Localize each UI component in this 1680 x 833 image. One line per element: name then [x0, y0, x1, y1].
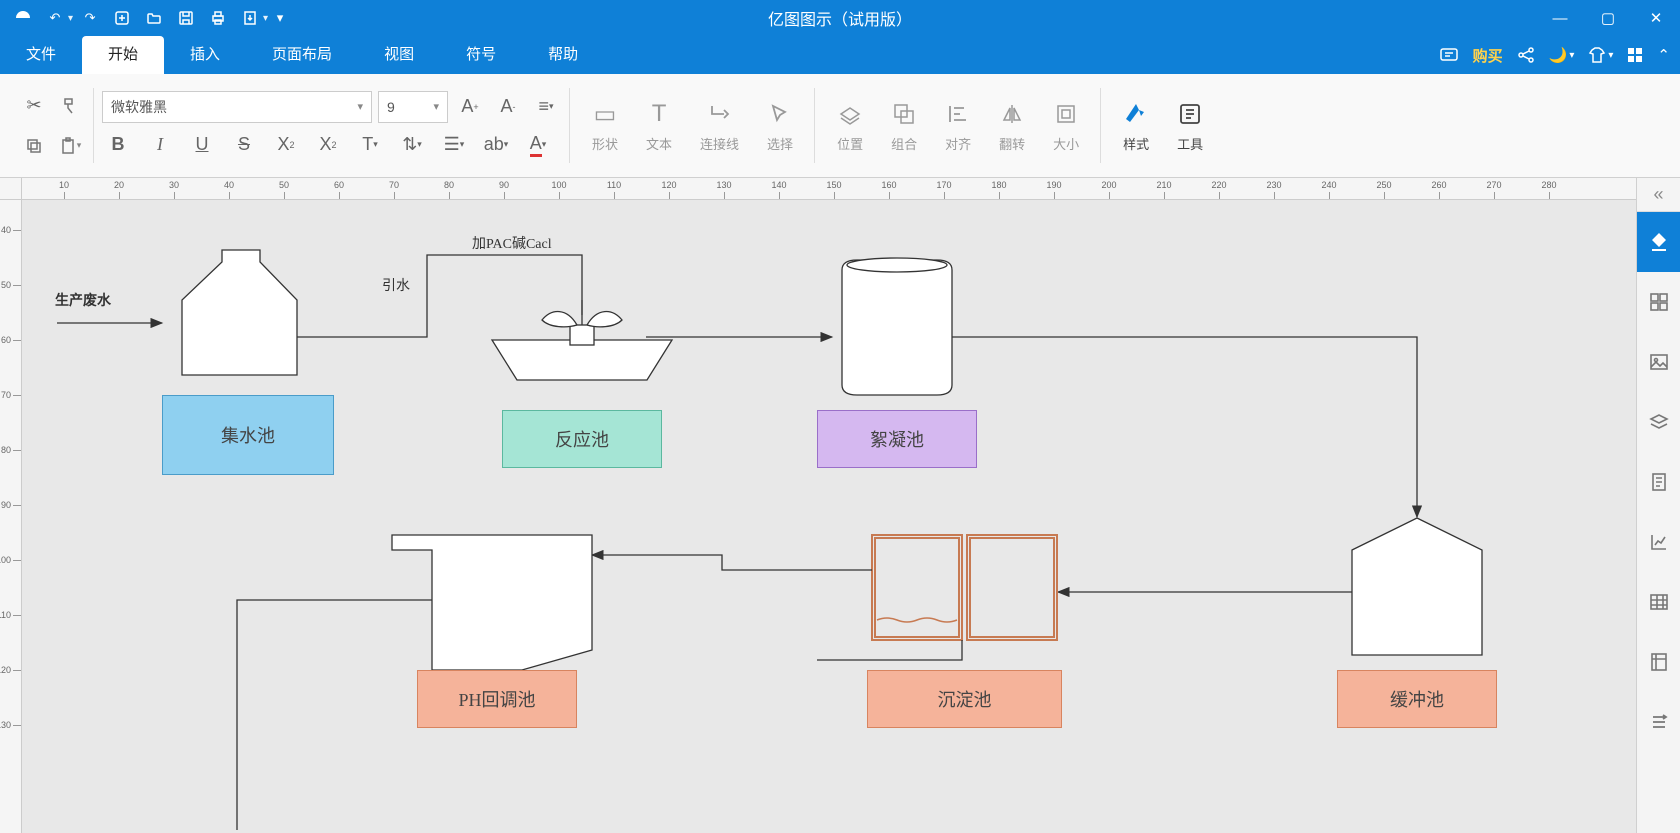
redo-button[interactable]: ↷ — [75, 3, 105, 33]
paste-button[interactable]: ▾ — [54, 130, 86, 162]
quick-access-toolbar: ↶ ▾ ↷ ▾ ▾ — [0, 3, 290, 33]
tab-page-layout[interactable]: 页面布局 — [246, 36, 358, 74]
app-title: 亿图图示（试用版） — [768, 6, 912, 30]
new-button[interactable] — [107, 3, 137, 33]
align-button-big[interactable]: 对齐 — [931, 74, 985, 177]
minimize-button[interactable]: — — [1536, 0, 1584, 36]
group-button[interactable]: 组合 — [877, 74, 931, 177]
save-button[interactable] — [171, 3, 201, 33]
canvas[interactable]: 生产废水 引水 加PAC碱Cacl 集水池 反应池 絮凝池 PH回调池 沉淀池 … — [22, 200, 1636, 833]
bold-button[interactable]: B — [102, 129, 134, 161]
tab-home[interactable]: 开始 — [82, 36, 164, 74]
window-controls: — ▢ ✕ — [1536, 0, 1680, 36]
box-pool1[interactable]: 集水池 — [162, 395, 334, 475]
cut-button[interactable]: ✂ — [18, 90, 50, 122]
ribbon-font-group: 微软雅黑 9 A+ A- ≡▾ B I U S X2 X2 T▾ ⇅▾ ☰▾ a… — [94, 74, 570, 177]
text-direction-button[interactable]: ab▾ — [480, 129, 512, 161]
ruler-corner — [0, 178, 22, 200]
print-button[interactable] — [203, 3, 233, 33]
panel-fill-icon[interactable] — [1637, 212, 1680, 272]
buy-button[interactable]: 购买 — [1473, 45, 1503, 66]
workspace: 1020304050607080901001101201301401501601… — [0, 178, 1636, 833]
shrink-font-button[interactable]: A- — [492, 91, 524, 123]
ribbon-tools-group: ▭形状 T文本 连接线 选择 — [570, 74, 815, 177]
label-pac[interactable]: 加PAC碱Cacl — [472, 233, 552, 253]
share-icon[interactable] — [1517, 46, 1535, 64]
ribbon-style-group: 样式 工具 — [1101, 74, 1225, 177]
export-dropdown-icon[interactable]: ▾ — [263, 13, 268, 24]
theme-icon[interactable]: 🌙▾ — [1549, 46, 1575, 64]
italic-button[interactable]: I — [144, 129, 176, 161]
panel-layout-icon[interactable] — [1637, 272, 1680, 332]
position-button[interactable]: 位置 — [823, 74, 877, 177]
grow-font-button[interactable]: A+ — [454, 91, 486, 123]
ribbon-arrange-group: 位置 组合 对齐 翻转 大小 — [815, 74, 1101, 177]
undo-button[interactable]: ↶ — [40, 3, 70, 33]
label-flow-in[interactable]: 生产废水 — [55, 290, 111, 310]
ribbon-clipboard-group: ✂ ▾ — [10, 74, 94, 177]
box-pool6[interactable]: 缓冲池 — [1337, 670, 1497, 728]
app-logo-icon[interactable] — [8, 3, 38, 33]
maximize-button[interactable]: ▢ — [1584, 0, 1632, 36]
align-button[interactable]: ≡▾ — [530, 91, 562, 123]
bullet-list-button[interactable]: ☰▾ — [438, 129, 470, 161]
superscript-button[interactable]: X2 — [270, 129, 302, 161]
tab-file[interactable]: 文件 — [0, 36, 82, 74]
menu-bar: 文件 开始 插入 页面布局 视图 符号 帮助 购买 🌙▾ ▾ ⌃ — [0, 36, 1680, 74]
panel-chart-icon[interactable] — [1637, 512, 1680, 572]
font-family-combo[interactable]: 微软雅黑 — [102, 91, 372, 123]
tshirt-icon[interactable]: ▾ — [1588, 46, 1613, 64]
subscript-button[interactable]: X2 — [312, 129, 344, 161]
strike-button[interactable]: S — [228, 129, 260, 161]
box-pool4[interactable]: PH回调池 — [417, 670, 577, 728]
menubar-right: 购买 🌙▾ ▾ ⌃ — [1439, 36, 1670, 74]
panel-more-icon[interactable] — [1637, 692, 1680, 752]
select-tool-button[interactable]: 选择 — [753, 74, 807, 177]
font-color-button[interactable]: A▾ — [522, 129, 554, 161]
size-button[interactable]: 大小 — [1039, 74, 1093, 177]
tab-view[interactable]: 视图 — [358, 36, 440, 74]
shape-tool-button[interactable]: ▭形状 — [578, 74, 632, 177]
box-pool2[interactable]: 反应池 — [502, 410, 662, 468]
undo-dropdown-icon[interactable]: ▾ — [68, 13, 73, 24]
underline-button[interactable]: U — [186, 129, 218, 161]
message-icon[interactable] — [1439, 45, 1459, 65]
label-yinshui[interactable]: 引水 — [382, 275, 410, 295]
flip-button[interactable]: 翻转 — [985, 74, 1039, 177]
box-pool5[interactable]: 沉淀池 — [867, 670, 1062, 728]
tab-insert[interactable]: 插入 — [164, 36, 246, 74]
connector-tool-button[interactable]: 连接线 — [686, 74, 753, 177]
qat-customize-icon[interactable]: ▾ — [270, 3, 290, 33]
style-button[interactable]: 样式 — [1109, 74, 1163, 177]
font-size-combo[interactable]: 9 — [378, 91, 448, 123]
copy-button[interactable] — [18, 130, 50, 162]
panel-layers-icon[interactable] — [1637, 392, 1680, 452]
diagram-svg — [22, 200, 1636, 833]
open-button[interactable] — [139, 3, 169, 33]
text-highlight-button[interactable]: T▾ — [354, 129, 386, 161]
panel-collapse-icon[interactable]: « — [1637, 178, 1680, 212]
vertical-ruler[interactable]: 405060708090100110120130 — [0, 200, 22, 833]
panel-table-icon[interactable] — [1637, 572, 1680, 632]
panel-page-icon[interactable] — [1637, 452, 1680, 512]
box-pool3[interactable]: 絮凝池 — [817, 410, 977, 468]
apps-icon[interactable] — [1627, 47, 1643, 63]
ribbon: ✂ ▾ 微软雅黑 9 A+ A- ≡▾ B I U S X2 X2 T▾ ⇅▾ … — [0, 74, 1680, 178]
close-button[interactable]: ✕ — [1632, 0, 1680, 36]
horizontal-ruler[interactable]: 1020304050607080901001101201301401501601… — [22, 178, 1636, 200]
collapse-ribbon-icon[interactable]: ⌃ — [1657, 46, 1670, 64]
title-bar: ↶ ▾ ↷ ▾ ▾ 亿图图示（试用版） — ▢ ✕ — [0, 0, 1680, 36]
panel-history-icon[interactable] — [1637, 632, 1680, 692]
tab-symbol[interactable]: 符号 — [440, 36, 522, 74]
tool-button[interactable]: 工具 — [1163, 74, 1217, 177]
format-painter-button[interactable] — [54, 90, 86, 122]
export-button[interactable] — [235, 3, 265, 33]
panel-image-icon[interactable] — [1637, 332, 1680, 392]
text-tool-button[interactable]: T文本 — [632, 74, 686, 177]
tab-help[interactable]: 帮助 — [522, 36, 604, 74]
line-spacing-button[interactable]: ⇅▾ — [396, 129, 428, 161]
side-panel: « — [1636, 178, 1680, 833]
